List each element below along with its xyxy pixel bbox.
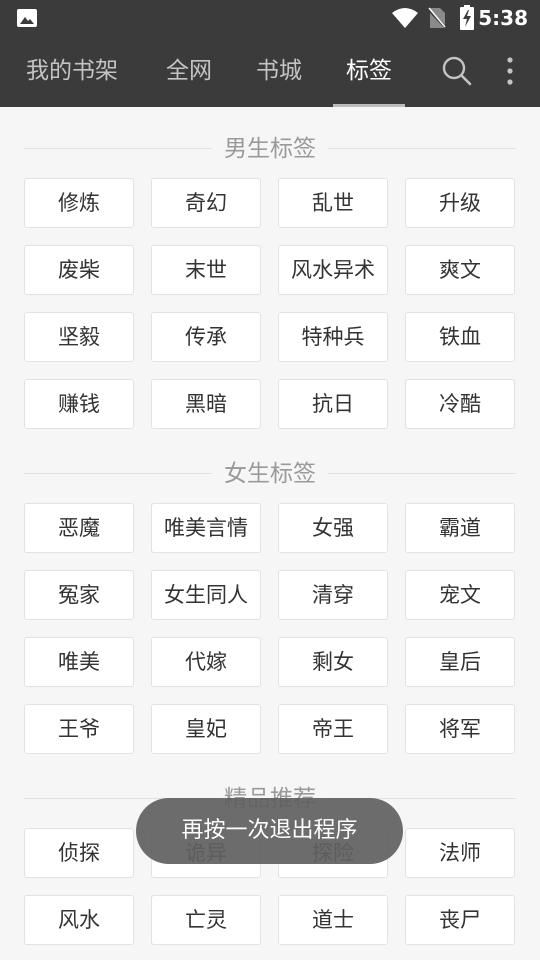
tag-button[interactable]: 特种兵 <box>278 312 388 362</box>
no-sim-icon <box>428 7 446 29</box>
tab-bookstore[interactable]: 书城 <box>250 36 308 107</box>
tag-button[interactable]: 冷酷 <box>405 379 515 429</box>
tab-tags[interactable]: 标签 <box>339 36 399 107</box>
status-bar: 5:38 <box>0 0 540 36</box>
tag-button[interactable]: 升级 <box>405 178 515 228</box>
section-heading: 女生标签 <box>224 461 316 487</box>
tag-button[interactable]: 唯美 <box>24 637 134 687</box>
tag-button[interactable]: 风水 <box>24 895 134 945</box>
divider <box>328 473 516 474</box>
tag-button[interactable]: 将军 <box>405 704 515 754</box>
top-tab-bar: 我的书架 全网 书城 标签 <box>0 36 540 107</box>
tag-button[interactable]: 皇后 <box>405 637 515 687</box>
tag-button[interactable]: 抗日 <box>278 379 388 429</box>
tag-button[interactable]: 冤家 <box>24 570 134 620</box>
tag-button[interactable]: 坚毅 <box>24 312 134 362</box>
tag-button[interactable]: 爽文 <box>405 245 515 295</box>
tag-button[interactable]: 道士 <box>278 895 388 945</box>
tab-whole-web[interactable]: 全网 <box>160 36 218 107</box>
tag-button[interactable]: 霸道 <box>405 503 515 553</box>
tag-button[interactable]: 风水异术 <box>278 245 388 295</box>
tag-button[interactable]: 皇妃 <box>151 704 261 754</box>
tab-bookshelf[interactable]: 我的书架 <box>18 36 126 107</box>
tag-button[interactable]: 赚钱 <box>24 379 134 429</box>
tag-button[interactable]: 修炼 <box>24 178 134 228</box>
wifi-icon <box>392 8 418 28</box>
tag-button[interactable]: 女强 <box>278 503 388 553</box>
tag-button[interactable]: 传承 <box>151 312 261 362</box>
more-options-icon[interactable] <box>503 56 517 86</box>
battery-charging-icon <box>460 5 474 30</box>
tag-button[interactable]: 宠文 <box>405 570 515 620</box>
tag-button[interactable]: 恶魔 <box>24 503 134 553</box>
tag-button[interactable]: 清穿 <box>278 570 388 620</box>
tag-button[interactable]: 亡灵 <box>151 895 261 945</box>
tag-button[interactable]: 王爷 <box>24 704 134 754</box>
image-notification-icon <box>17 9 37 27</box>
tag-button[interactable]: 丧尸 <box>405 895 515 945</box>
tag-button[interactable]: 废柴 <box>24 245 134 295</box>
exit-toast: 再按一次退出程序 <box>136 798 403 864</box>
divider <box>328 148 516 149</box>
section-title-male: 男生标签 <box>24 134 516 164</box>
search-icon[interactable] <box>441 55 473 87</box>
section-title-female: 女生标签 <box>24 459 516 489</box>
tag-button[interactable]: 代嫁 <box>151 637 261 687</box>
tag-button[interactable]: 女生同人 <box>151 570 261 620</box>
status-time: 5:38 <box>478 6 528 30</box>
tag-button[interactable]: 乱世 <box>278 178 388 228</box>
tag-button[interactable]: 奇幻 <box>151 178 261 228</box>
tag-button[interactable]: 剩女 <box>278 637 388 687</box>
tag-button[interactable]: 法师 <box>405 828 515 878</box>
tag-button[interactable]: 黑暗 <box>151 379 261 429</box>
tag-button[interactable]: 末世 <box>151 245 261 295</box>
section-heading: 男生标签 <box>224 136 316 162</box>
tag-button[interactable]: 帝王 <box>278 704 388 754</box>
tag-button[interactable]: 侦探 <box>24 828 134 878</box>
tag-button[interactable]: 唯美言情 <box>151 503 261 553</box>
tag-button[interactable]: 铁血 <box>405 312 515 362</box>
